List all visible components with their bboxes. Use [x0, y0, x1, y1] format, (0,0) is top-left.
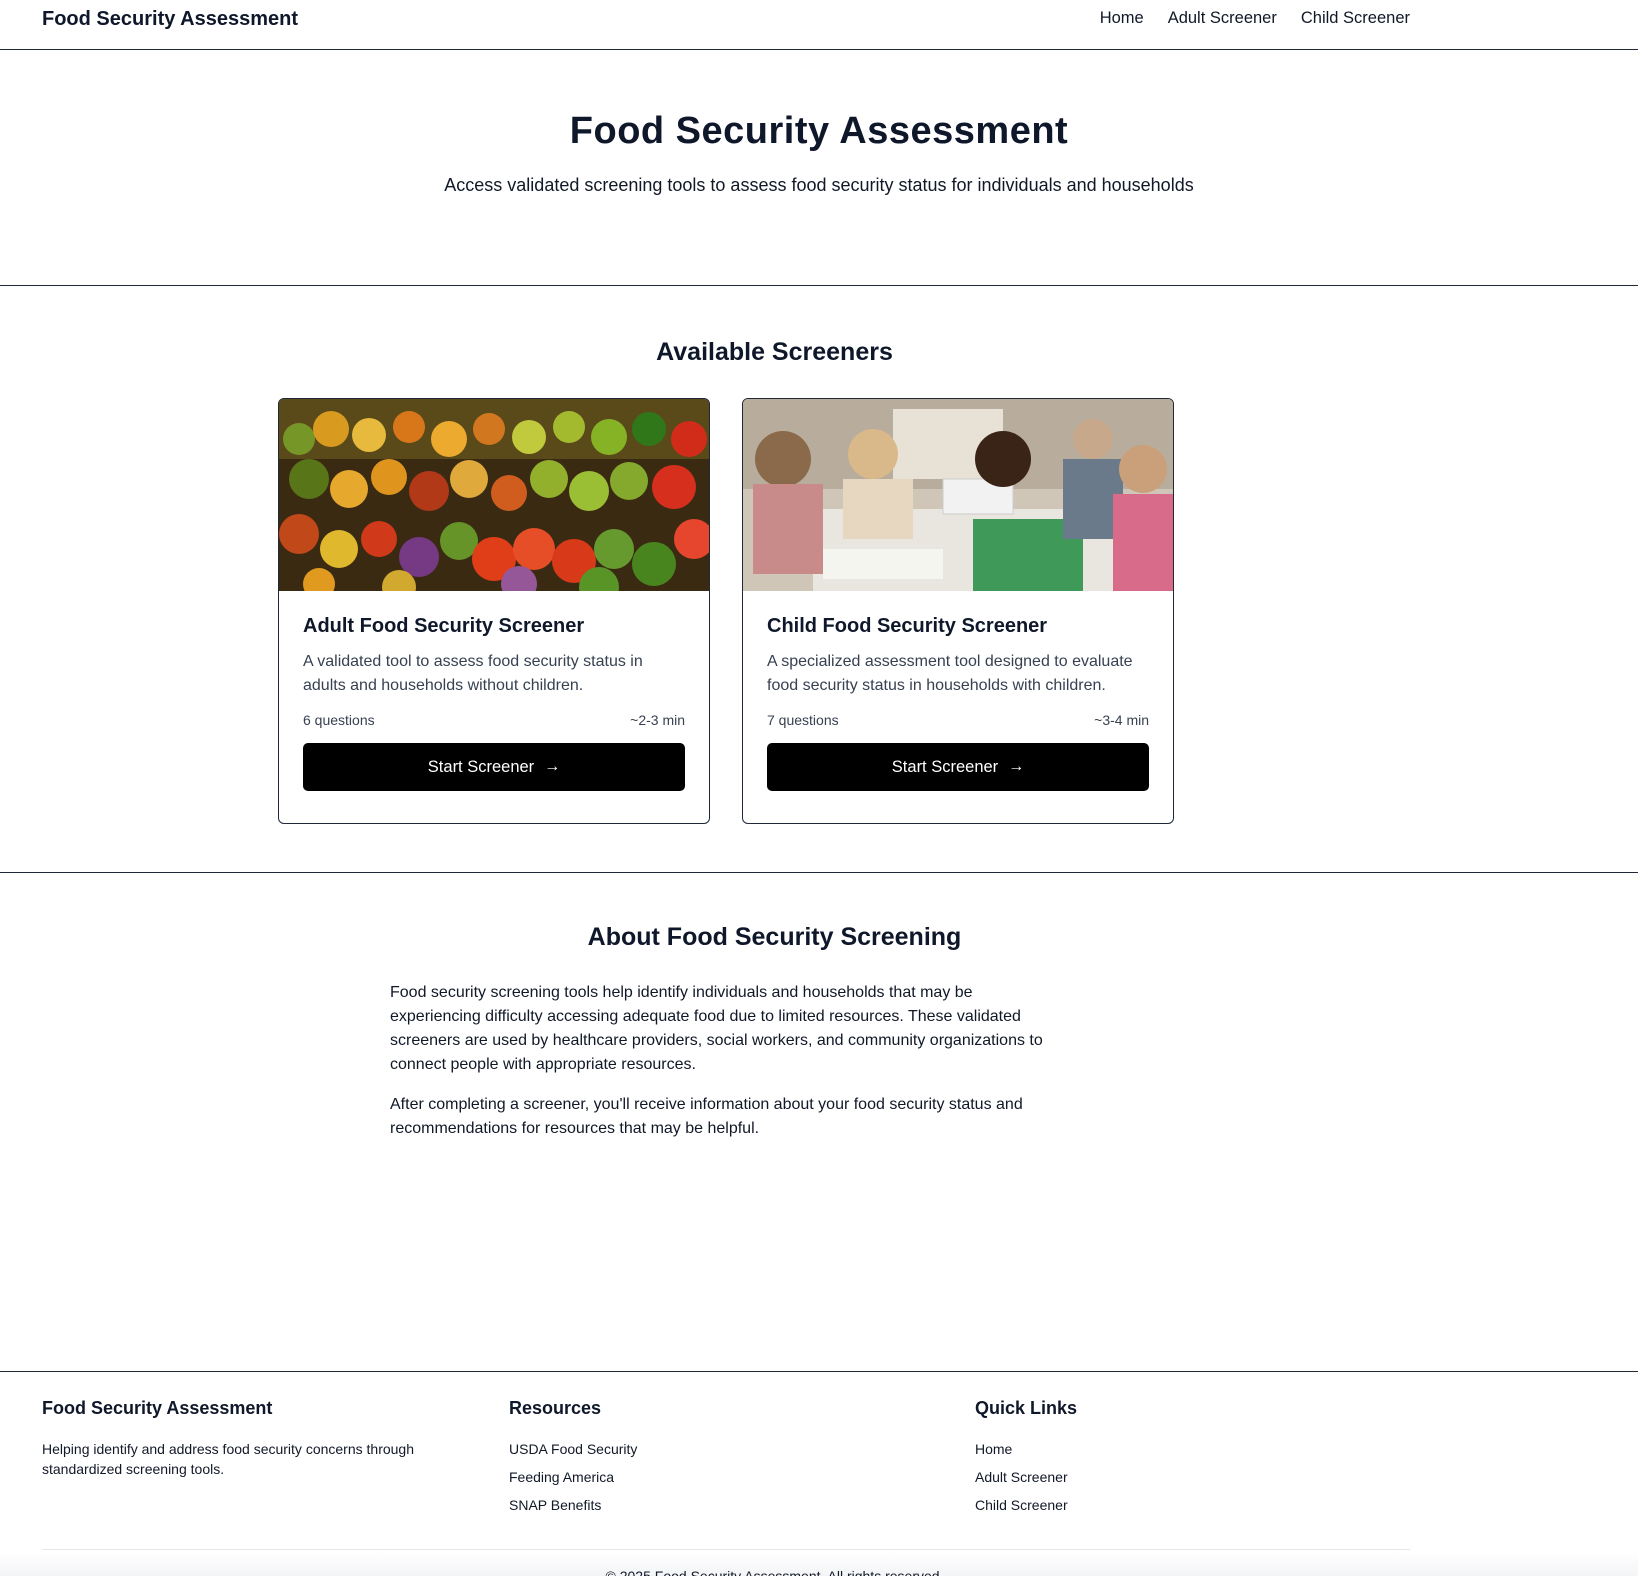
- footer-quick-links-column: Quick Links Home Adult Screener Child Sc…: [975, 1398, 1077, 1523]
- footer-quick-links-heading: Quick Links: [975, 1398, 1078, 1418]
- site-brand[interactable]: Food Security Assessment: [42, 8, 298, 31]
- nav-home-link[interactable]: Home: [1100, 9, 1144, 28]
- footer-link-feeding-america[interactable]: Feeding America: [509, 1467, 637, 1487]
- produce-market-image: [279, 399, 709, 591]
- footer-brand: Food Security Assessment: [42, 1398, 273, 1418]
- hero-subtitle: Access validated screening tools to asse…: [444, 175, 1194, 195]
- footer-link-usda[interactable]: USDA Food Security: [509, 1439, 637, 1459]
- footer-brand-column: Food Security Assessment Helping identif…: [42, 1398, 462, 1479]
- adult-start-screener-button[interactable]: Start Screener →: [303, 743, 685, 791]
- about-section: About Food Security Screening Food secur…: [0, 873, 1638, 1371]
- adult-card-body: Adult Food Security Screener A validated…: [279, 591, 709, 791]
- copyright-text: © 2025 Food Security Assessment. All rig…: [605, 1568, 944, 1576]
- adult-card-meta: 6 questions ~2-3 min: [303, 712, 685, 728]
- adult-question-count: 6 questions: [303, 712, 375, 728]
- child-question-count: 7 questions: [767, 712, 839, 728]
- hero-section: Food Security Assessment Access validate…: [0, 50, 1638, 286]
- footer-resources-column: Resources USDA Food Security Feeding Ame…: [509, 1398, 637, 1523]
- footer-resources-heading: Resources: [509, 1398, 602, 1418]
- adult-duration: ~2-3 min: [630, 712, 685, 728]
- footer-divider: [42, 1549, 1410, 1550]
- child-card-description: A specialized assessment tool designed t…: [767, 653, 1133, 694]
- footer-link-child-screener[interactable]: Child Screener: [975, 1495, 1077, 1515]
- adult-screener-card: Adult Food Security Screener A validated…: [278, 398, 710, 824]
- footer-description: Helping identify and address food securi…: [42, 1441, 414, 1477]
- child-start-button-label: Start Screener: [891, 757, 999, 776]
- about-text: Food security screening tools help ident…: [390, 981, 1066, 1141]
- site-header: Food Security Assessment Home Adult Scre…: [0, 0, 1638, 50]
- adult-card-description: A validated tool to assess food security…: [303, 653, 643, 694]
- child-card-title: Child Food Security Screener: [767, 615, 1048, 637]
- child-duration: ~3-4 min: [1094, 712, 1149, 728]
- arrow-right-icon: →: [1008, 758, 1025, 775]
- adult-card-title: Adult Food Security Screener: [303, 615, 585, 637]
- screeners-heading: Available Screeners: [656, 338, 893, 366]
- nav-adult-screener-link[interactable]: Adult Screener: [1168, 9, 1277, 28]
- about-paragraph: Food security screening tools help ident…: [390, 984, 1043, 1073]
- arrow-right-icon: →: [544, 758, 561, 775]
- adult-start-button-label: Start Screener: [427, 757, 535, 776]
- child-screener-card: Child Food Security Screener A specializ…: [742, 398, 1174, 824]
- screeners-section: Available Screeners Adult Food Security …: [0, 286, 1638, 873]
- main-nav: Home Adult Screener Child Screener: [1100, 9, 1410, 28]
- footer-link-adult-screener[interactable]: Adult Screener: [975, 1467, 1077, 1487]
- about-heading: About Food Security Screening: [587, 923, 962, 951]
- child-card-body: Child Food Security Screener A specializ…: [743, 591, 1173, 791]
- nav-child-screener-link[interactable]: Child Screener: [1301, 9, 1410, 28]
- about-paragraph: After completing a screener, you'll rece…: [390, 1096, 1023, 1137]
- child-card-meta: 7 questions ~3-4 min: [767, 712, 1149, 728]
- classroom-children-image: [743, 399, 1173, 591]
- child-start-screener-button[interactable]: Start Screener →: [767, 743, 1149, 791]
- footer-link-snap[interactable]: SNAP Benefits: [509, 1495, 637, 1515]
- footer-link-home[interactable]: Home: [975, 1439, 1077, 1459]
- hero-title: Food Security Assessment: [569, 110, 1069, 152]
- site-footer: Food Security Assessment Helping identif…: [0, 1371, 1638, 1576]
